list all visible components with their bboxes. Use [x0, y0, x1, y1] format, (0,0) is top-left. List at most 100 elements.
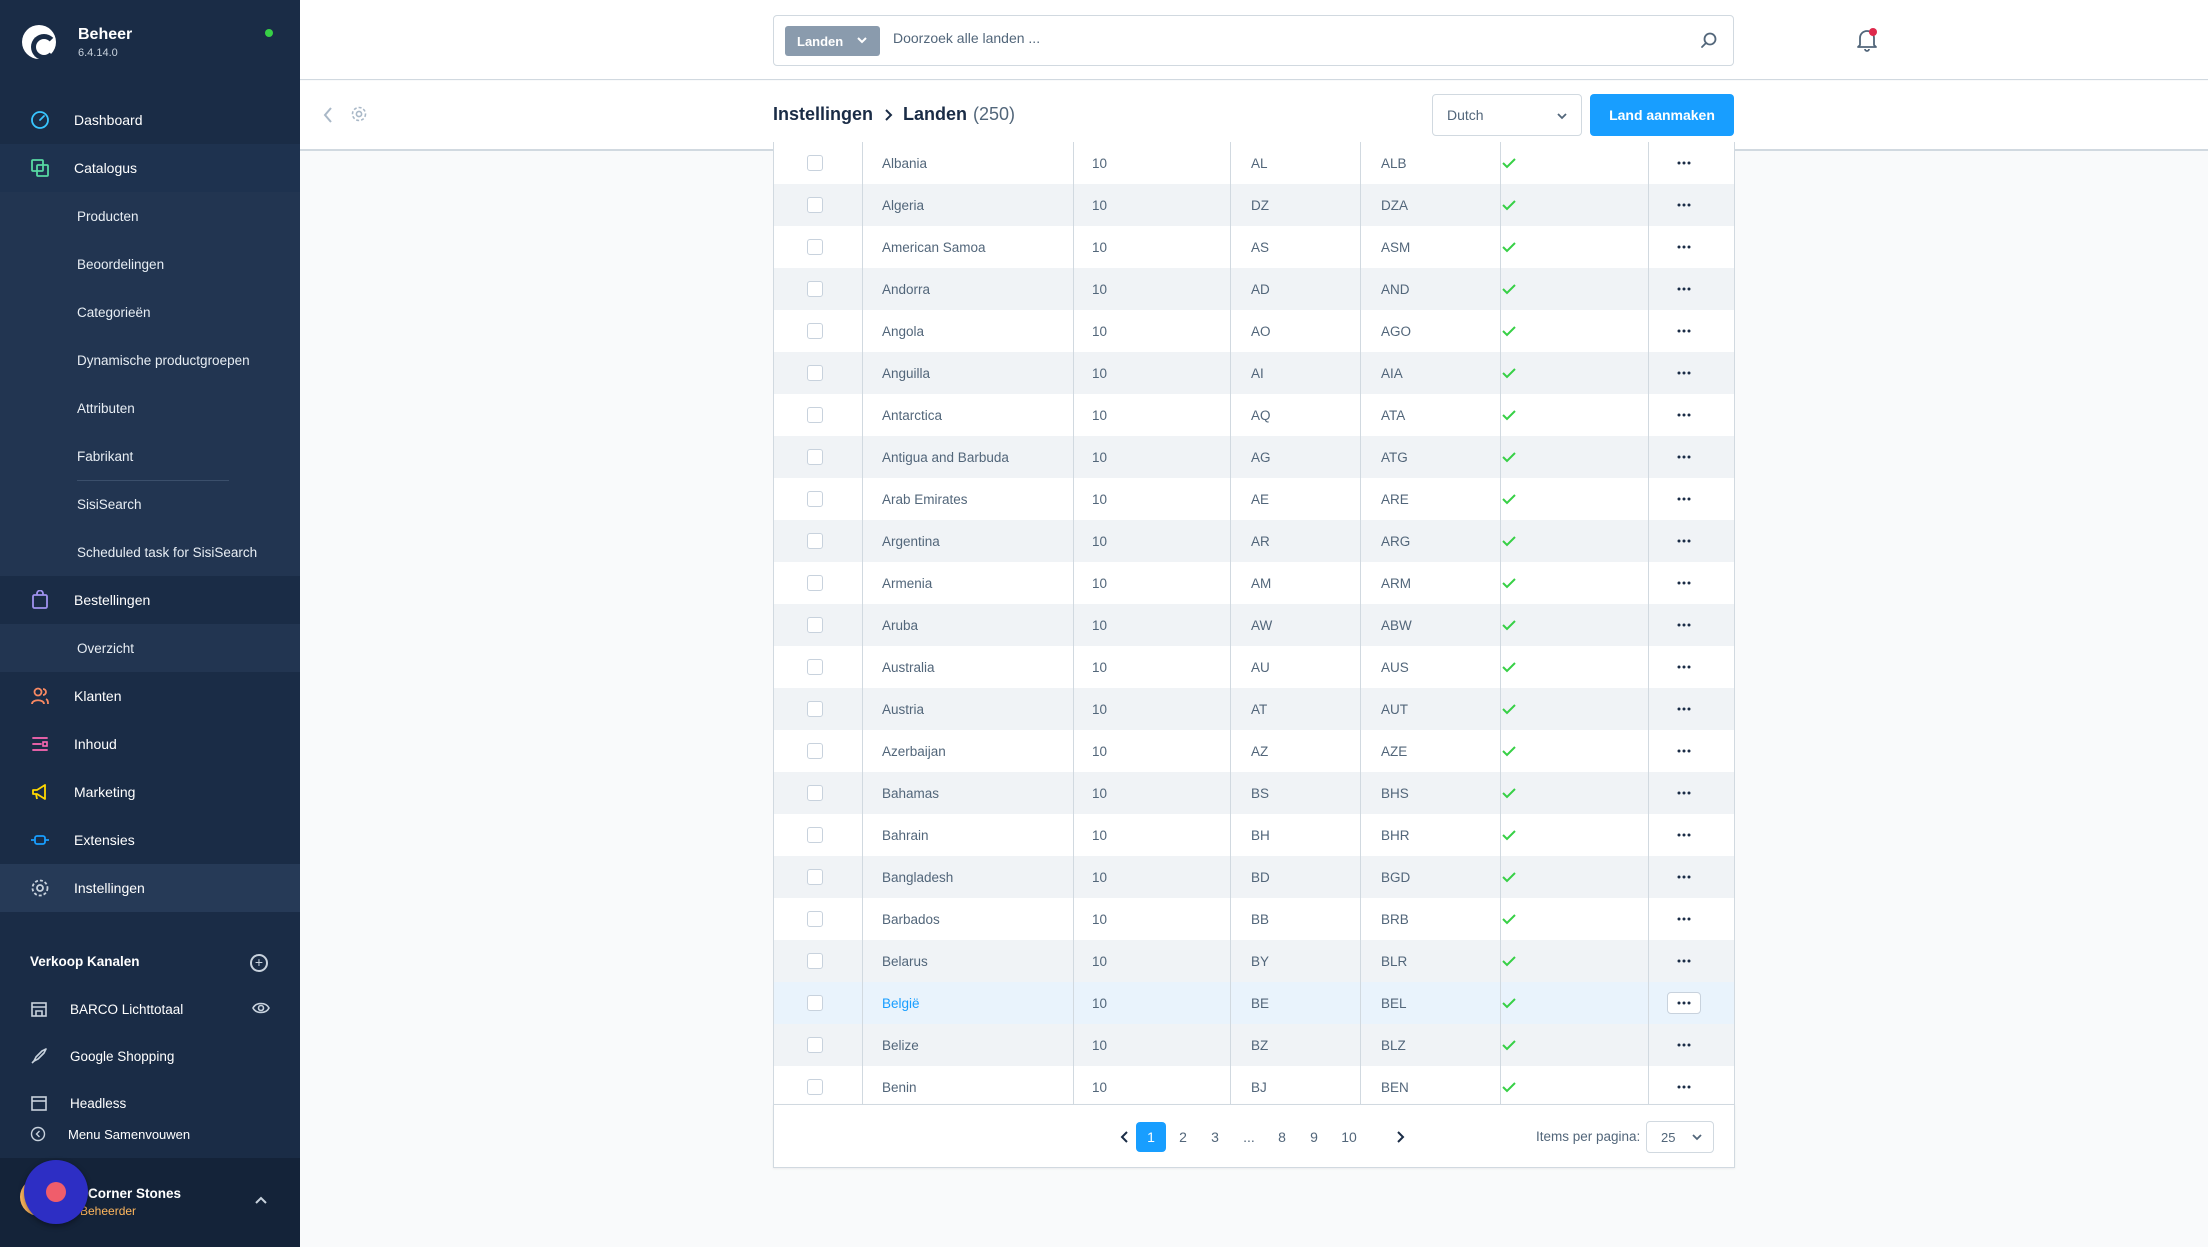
more-actions-icon[interactable] [1667, 992, 1701, 1014]
table-row[interactable]: Argentina 10 AR ARG [774, 520, 1734, 562]
country-name[interactable]: Algeria [882, 184, 924, 226]
chevron-up-icon[interactable] [254, 1192, 268, 1210]
table-row[interactable]: American Samoa 10 AS ASM [774, 226, 1734, 268]
checkbox[interactable] [807, 533, 823, 549]
table-row[interactable]: Armenia 10 AM ARM [774, 562, 1734, 604]
more-actions-icon[interactable] [1667, 908, 1701, 930]
row-checkbox[interactable] [807, 142, 823, 184]
nav-attributen[interactable]: Attributen [0, 384, 300, 432]
more-actions-icon[interactable] [1667, 194, 1701, 216]
row-actions[interactable] [1667, 184, 1701, 226]
more-actions-icon[interactable] [1667, 740, 1701, 762]
checkbox[interactable] [807, 995, 823, 1011]
nav-categorieen[interactable]: Categorieën [0, 288, 300, 336]
more-actions-icon[interactable] [1667, 320, 1701, 342]
more-actions-icon[interactable] [1667, 656, 1701, 678]
row-actions[interactable] [1667, 226, 1701, 268]
checkbox[interactable] [807, 953, 823, 969]
country-name[interactable]: Armenia [882, 562, 932, 604]
more-actions-icon[interactable] [1667, 782, 1701, 804]
row-actions[interactable] [1667, 394, 1701, 436]
checkbox[interactable] [807, 575, 823, 591]
breadcrumb-parent[interactable]: Instellingen [773, 104, 873, 125]
more-actions-icon[interactable] [1667, 614, 1701, 636]
more-actions-icon[interactable] [1667, 572, 1701, 594]
country-name[interactable]: Anguilla [882, 352, 930, 394]
items-per-page-select[interactable]: 25 [1646, 1121, 1714, 1153]
nav-settings[interactable]: Instellingen [0, 864, 300, 912]
eye-icon[interactable] [252, 1001, 270, 1018]
row-checkbox[interactable] [807, 184, 823, 226]
checkbox[interactable] [807, 869, 823, 885]
table-row[interactable]: Anguilla 10 AI AIA [774, 352, 1734, 394]
checkbox[interactable] [807, 281, 823, 297]
row-actions[interactable] [1667, 940, 1701, 982]
more-actions-icon[interactable] [1667, 236, 1701, 258]
row-checkbox[interactable] [807, 436, 823, 478]
nav-marketing[interactable]: Marketing [0, 768, 300, 816]
more-actions-icon[interactable] [1667, 824, 1701, 846]
table-row[interactable]: Belize 10 BZ BLZ [774, 1024, 1734, 1066]
floating-assistant-button[interactable] [24, 1160, 88, 1224]
checkbox[interactable] [807, 1079, 823, 1095]
country-name[interactable]: Arab Emirates [882, 478, 968, 520]
search-icon[interactable] [1699, 31, 1719, 56]
row-actions[interactable] [1667, 142, 1701, 184]
row-actions[interactable] [1667, 520, 1701, 562]
sales-channel-google-shopping[interactable]: Google Shopping [0, 1034, 300, 1078]
country-name[interactable]: American Samoa [882, 226, 986, 268]
create-country-button[interactable]: Land aanmaken [1590, 94, 1734, 136]
more-actions-icon[interactable] [1667, 530, 1701, 552]
row-checkbox[interactable] [807, 940, 823, 982]
checkbox[interactable] [807, 659, 823, 675]
checkbox[interactable] [807, 365, 823, 381]
more-actions-icon[interactable] [1667, 488, 1701, 510]
row-checkbox[interactable] [807, 310, 823, 352]
more-actions-icon[interactable] [1667, 446, 1701, 468]
row-actions[interactable] [1667, 562, 1701, 604]
checkbox[interactable] [807, 491, 823, 507]
row-checkbox[interactable] [807, 268, 823, 310]
nav-fabrikant[interactable]: Fabrikant [0, 432, 300, 480]
more-actions-icon[interactable] [1667, 698, 1701, 720]
row-actions[interactable] [1667, 982, 1701, 1024]
row-checkbox[interactable] [807, 226, 823, 268]
page-button[interactable]: 1 [1136, 1122, 1166, 1152]
row-actions[interactable] [1667, 478, 1701, 520]
row-actions[interactable] [1667, 898, 1701, 940]
table-row[interactable]: Bahrain 10 BH BHR [774, 814, 1734, 856]
settings-gear-icon[interactable] [350, 105, 368, 128]
row-actions[interactable] [1667, 436, 1701, 478]
country-name[interactable]: Australia [882, 646, 935, 688]
table-row[interactable]: Albania 10 AL ALB [774, 142, 1734, 184]
country-name[interactable]: Benin [882, 1066, 917, 1108]
country-name[interactable]: Bahrain [882, 814, 929, 856]
row-actions[interactable] [1667, 1066, 1701, 1108]
country-name[interactable]: Antigua and Barbuda [882, 436, 1009, 478]
country-name[interactable]: Aruba [882, 604, 918, 646]
table-row[interactable]: Angola 10 AO AGO [774, 310, 1734, 352]
table-row[interactable]: Aruba 10 AW ABW [774, 604, 1734, 646]
country-name[interactable]: België [882, 982, 920, 1024]
next-page-icon[interactable] [1385, 1122, 1415, 1152]
country-name[interactable]: Andorra [882, 268, 930, 310]
row-actions[interactable] [1667, 1024, 1701, 1066]
checkbox[interactable] [807, 617, 823, 633]
row-checkbox[interactable] [807, 856, 823, 898]
row-actions[interactable] [1667, 646, 1701, 688]
table-row[interactable]: Antigua and Barbuda 10 AG ATG [774, 436, 1734, 478]
country-name[interactable]: Antarctica [882, 394, 942, 436]
add-sales-channel-icon[interactable]: + [250, 954, 268, 972]
row-checkbox[interactable] [807, 520, 823, 562]
checkbox[interactable] [807, 197, 823, 213]
table-row[interactable]: Arab Emirates 10 AE ARE [774, 478, 1734, 520]
checkbox[interactable] [807, 701, 823, 717]
nav-catalog[interactable]: Catalogus [0, 144, 300, 192]
more-actions-icon[interactable] [1667, 1034, 1701, 1056]
nav-dynamische-productgroepen[interactable]: Dynamische productgroepen [0, 336, 300, 384]
checkbox[interactable] [807, 1037, 823, 1053]
shopware-logo-icon[interactable] [22, 25, 57, 60]
country-name[interactable]: Azerbaijan [882, 730, 946, 772]
nav-orders[interactable]: Bestellingen [0, 576, 300, 624]
table-row[interactable]: Austria 10 AT AUT [774, 688, 1734, 730]
